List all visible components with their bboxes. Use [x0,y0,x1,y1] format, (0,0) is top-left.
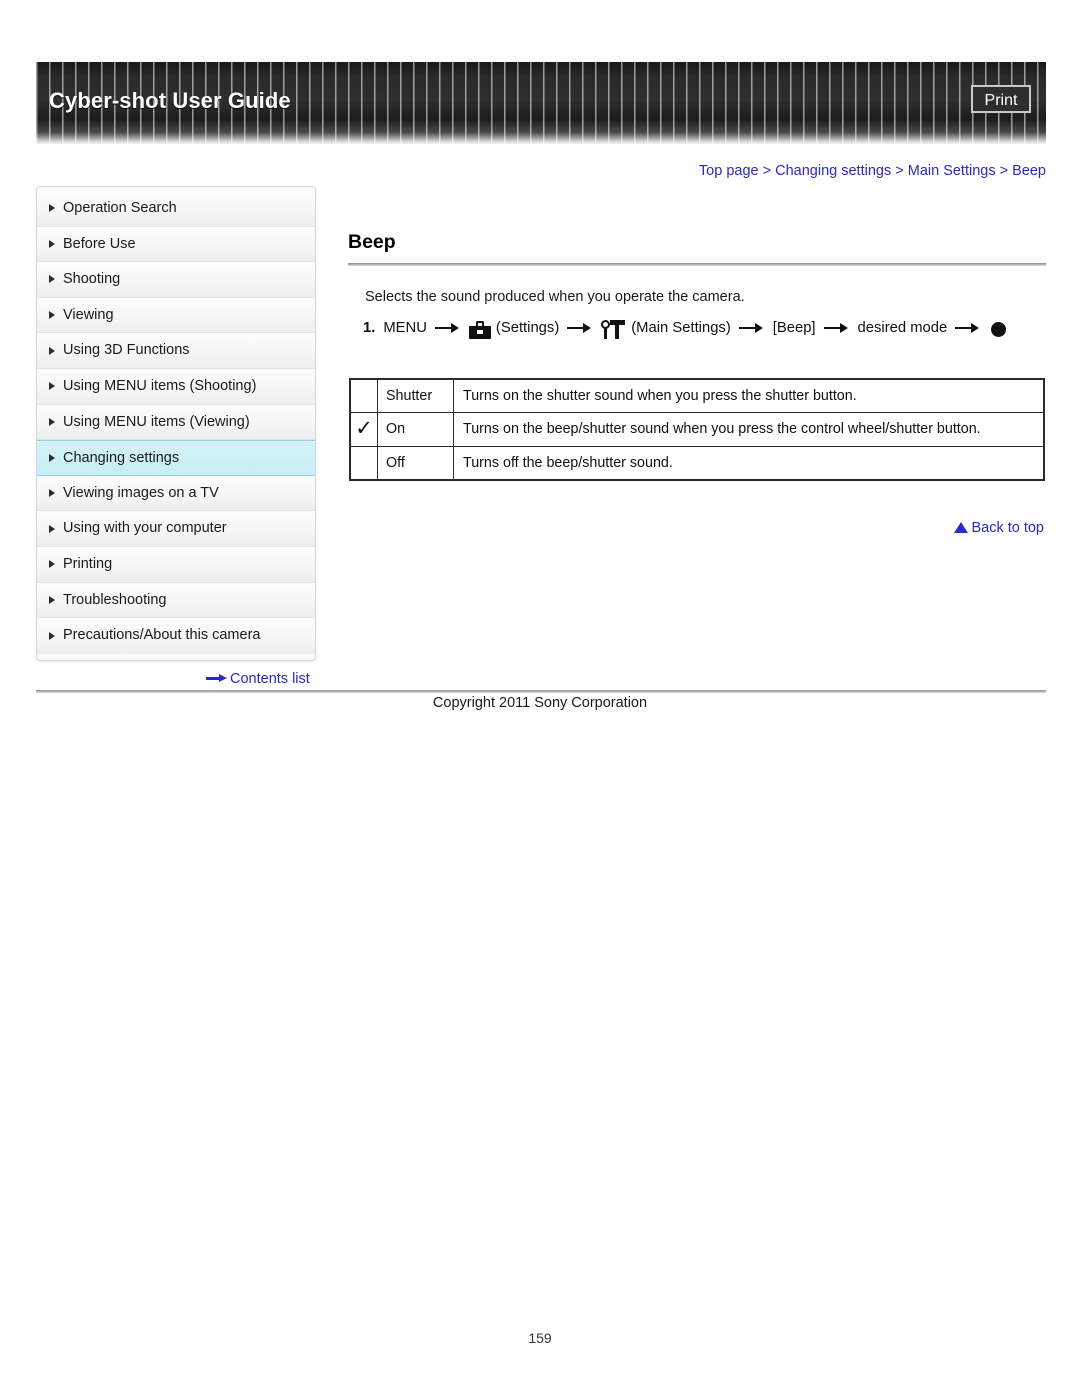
sidebar-item-printing[interactable]: Printing [37,546,315,583]
arrow-right-icon [206,673,228,683]
step-number: 1. [363,320,376,336]
arrow-right-icon [434,322,461,334]
desired-mode-label: desired mode [857,320,948,336]
sidebar-item-label: Before Use [63,235,136,252]
table-row: Shutter Turns on the shutter sound when … [349,378,1045,414]
bullet-icon [49,489,55,498]
sidebar-item-precautions-about-this-camera[interactable]: Precautions/About this camera [37,618,315,654]
option-description: Turns on the shutter sound when you pres… [453,378,1045,414]
contents-list-label: Contents list [230,671,310,687]
bullet-icon [49,275,55,284]
page-root: Cyber-shot User Guide Print Top page > C… [0,0,1080,1397]
arrow-right-icon [823,322,850,334]
sidebar-item-label: Using MENU items (Shooting) [63,377,257,394]
checkmark-icon: ✓ [355,415,373,440]
page-title: Beep [348,231,396,253]
contents-list-link[interactable]: Contents list [206,671,310,687]
sidebar-item-label: Operation Search [63,200,177,216]
sidebar-item-using-menu-items-viewing[interactable]: Using MENU items (Viewing) [37,404,315,441]
bullet-icon [49,346,55,355]
sidebar-item-viewing[interactable]: Viewing [37,297,315,334]
back-to-top-link[interactable]: Back to top [954,520,1044,536]
breadcrumb-item-main-settings[interactable]: Main Settings [908,163,996,179]
table-row: ✓ On Turns on the beep/shutter sound whe… [349,412,1045,447]
breadcrumb-item-beep[interactable]: Beep [1012,163,1046,179]
toolbox-icon [468,320,491,339]
title-divider [348,263,1046,266]
back-to-top-label: Back to top [971,520,1044,536]
footer-divider [36,690,1046,693]
page-number: 159 [528,1330,552,1346]
main-settings-label: (Main Settings) [631,320,731,336]
sidebar-item-troubleshooting[interactable]: Troubleshooting [37,582,315,619]
breadcrumb-item-top-page[interactable]: Top page [699,163,759,179]
bullet-icon [49,204,55,213]
wrench-hammer-icon [601,320,626,339]
beep-options-table: Shutter Turns on the shutter sound when … [349,378,1045,481]
sidebar-item-label: Viewing [63,306,114,323]
triangle-up-icon [954,522,969,533]
selected-marker-cell: ✓ [349,412,378,447]
app-title: Cyber-shot User Guide [49,88,291,113]
option-description: Turns on the beep/shutter sound when you… [453,412,1045,447]
step-instruction: 1. MENU (Settings) (Main Settings) [Beep… [363,320,1007,339]
sidebar-item-label: Shooting [63,271,121,288]
print-button[interactable]: Print [971,85,1031,113]
breadcrumb-item-changing-settings[interactable]: Changing settings [775,163,891,179]
bullet-icon [49,453,55,462]
sidebar-item-label: Using 3D Functions [63,342,190,359]
table-row: Off Turns off the beep/shutter sound. [349,445,1045,481]
sidebar-item-using-3d-functions[interactable]: Using 3D Functions [37,333,315,369]
option-name: Shutter [377,378,454,414]
arrow-right-icon [567,322,593,334]
bullet-icon [49,631,55,640]
sidebar-item-label: Using with your computer [63,520,227,537]
bullet-icon [49,382,55,391]
beep-label: [Beep] [772,320,816,336]
sidebar-item-label: Precautions/About this camera [63,627,261,644]
sidebar-item-changing-settings[interactable]: Changing settings [37,440,315,476]
sidebar-item-using-menu-items-shooting[interactable]: Using MENU items (Shooting) [37,368,315,405]
bullet-icon [49,417,55,426]
menu-label: MENU [383,320,427,336]
bullet-icon [49,595,55,604]
sidebar-item-label: Using MENU items (Viewing) [63,413,250,430]
sidebar-item-label: Changing settings [63,450,180,467]
sidebar-item-using-with-your-computer[interactable]: Using with your computer [37,511,315,547]
option-description: Turns off the beep/shutter sound. [453,445,1045,481]
sidebar-item-shooting[interactable]: Shooting [37,262,315,298]
bullet-icon [49,524,55,533]
sidebar-item-operation-search[interactable]: Operation Search [37,191,315,227]
breadcrumb-separator: > [895,163,904,179]
breadcrumb-separator: > [999,163,1009,179]
bullet-icon [49,239,55,248]
center-button-icon [991,321,1007,337]
sidebar-item-label: Printing [63,555,113,572]
sidebar-item-label: Troubleshooting [63,591,167,608]
bullet-icon [49,560,55,569]
sidebar-nav: Operation Search Before Use Shooting Vie… [36,186,316,661]
copyright-text: Copyright 2011 Sony Corporation [432,695,648,711]
selected-marker-cell [349,378,378,414]
intro-text: Selects the sound produced when you oper… [365,289,745,305]
breadcrumb-separator: > [762,163,772,179]
header-banner: Cyber-shot User Guide Print [36,62,1046,144]
sidebar-item-before-use[interactable]: Before Use [37,226,315,263]
selected-marker-cell [349,445,378,481]
arrow-right-icon [955,322,981,334]
option-name: Off [377,445,454,481]
sidebar-item-viewing-images-on-a-tv[interactable]: Viewing images on a TV [37,475,315,512]
sidebar-item-label: Viewing images on a TV [63,484,219,501]
breadcrumb[interactable]: Top page > Changing settings > Main Sett… [699,163,1046,179]
arrow-right-icon [738,322,765,334]
bullet-icon [49,311,55,320]
settings-label: (Settings) [495,320,560,336]
option-name: On [377,412,454,447]
